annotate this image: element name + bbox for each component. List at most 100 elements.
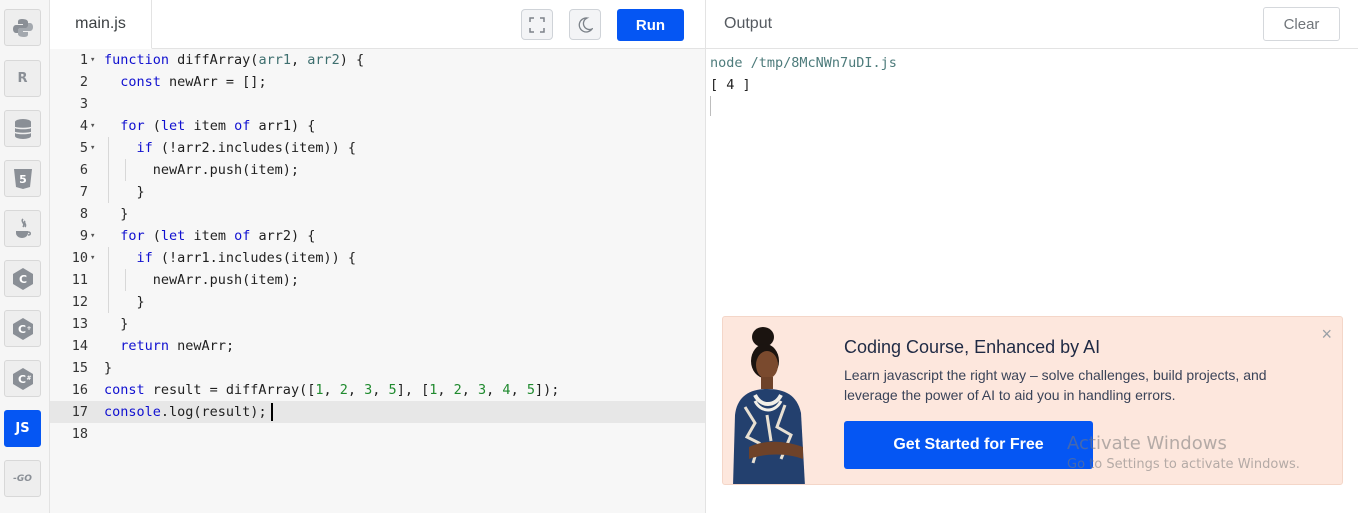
line-number: 1	[79, 52, 88, 68]
code-text: }	[104, 316, 129, 332]
code-text: }	[104, 294, 145, 310]
promo-title: Coding Course, Enhanced by AI	[844, 337, 1101, 357]
line-number: 5	[79, 140, 88, 156]
line-number: 7	[79, 184, 88, 200]
close-icon[interactable]: ×	[1321, 325, 1332, 343]
code-editor[interactable]: 1 ▾ function diffArray(arr1, arr2) { 2 con…	[50, 49, 705, 513]
line-number: 4	[79, 118, 88, 134]
text-cursor	[270, 403, 273, 421]
clear-label: Clear	[1283, 15, 1320, 33]
line-number: 10	[71, 250, 88, 266]
line-number: 9	[79, 228, 88, 244]
terminal-command: node /tmp/8McNWn7uDI.js	[710, 55, 897, 71]
code-text: const newArr = [];	[120, 74, 267, 90]
svg-text:C: C	[18, 273, 26, 286]
terminal-result: [ 4 ]	[710, 77, 751, 93]
cpp-icon[interactable]: C +	[4, 310, 41, 347]
code-text: newArr.push(item);	[104, 162, 300, 178]
clear-button[interactable]: Clear	[1263, 7, 1340, 41]
file-tab-label: main.js	[75, 15, 126, 32]
svg-text:5: 5	[19, 173, 27, 186]
get-started-button[interactable]: Get Started for Free	[844, 421, 1093, 469]
code-line[interactable]: 4 ▾ for (let item of arr1) {	[50, 115, 705, 137]
person-image	[733, 327, 805, 484]
code-text: for (let item of arr1) {	[120, 118, 316, 134]
line-number: 14	[71, 338, 88, 354]
line-number: 6	[79, 162, 88, 178]
output-header: Output Clear	[706, 0, 1358, 49]
python-icon[interactable]	[4, 9, 41, 46]
run-label: Run	[635, 16, 666, 34]
line-number: 8	[79, 206, 88, 222]
line-number: 3	[79, 96, 88, 112]
r-icon-label: R	[17, 71, 28, 86]
watermark-subtitle: Go to Settings to activate Windows.	[1067, 457, 1300, 472]
javascript-label: JS	[15, 421, 30, 436]
svg-text:C: C	[17, 373, 25, 386]
code-line[interactable]: 3	[50, 93, 705, 115]
code-text: function diffArray(arr1, arr2) {	[104, 52, 365, 68]
line-number: 18	[71, 426, 88, 442]
promo-description: Learn javascript the right way – solve c…	[844, 367, 1267, 403]
code-line[interactable]: 5 ▾ if (!arr2.includes(item)) {	[50, 137, 705, 159]
fold-arrow-icon[interactable]: ▾	[90, 225, 95, 247]
code-text: newArr.push(item);	[104, 272, 300, 288]
file-tab-main-js[interactable]: main.js	[50, 0, 152, 49]
code-line[interactable]: 11 newArr.push(item);	[50, 269, 705, 291]
moon-icon	[578, 16, 593, 33]
fullscreen-button[interactable]	[521, 9, 553, 40]
go-icon[interactable]: -GO	[4, 460, 41, 497]
line-number: 15	[71, 360, 88, 376]
go-label: -GO	[13, 473, 32, 484]
code-line[interactable]: 2 const newArr = [];	[50, 71, 705, 93]
code-line[interactable]: 7 }	[50, 181, 705, 203]
line-number: 13	[71, 316, 88, 332]
code-line[interactable]: 8 }	[50, 203, 705, 225]
r-icon[interactable]: R	[4, 60, 41, 97]
csharp-icon[interactable]: C #	[4, 360, 41, 397]
code-line[interactable]: 15}	[50, 357, 705, 379]
code-line[interactable]: 18	[50, 423, 705, 445]
code-text: const result = diffArray([1, 2, 3, 5], […	[104, 382, 560, 398]
code-text: }	[104, 206, 129, 222]
fullscreen-icon	[529, 16, 545, 33]
javascript-button[interactable]: JS	[4, 410, 41, 447]
line-number: 11	[71, 272, 88, 288]
line-number: 2	[79, 74, 88, 90]
run-button[interactable]: Run	[617, 9, 684, 41]
html5-icon[interactable]: 5	[4, 160, 41, 197]
code-text: return newArr;	[120, 338, 235, 354]
code-text: if (!arr2.includes(item)) {	[136, 140, 356, 156]
code-line[interactable]: 13 }	[50, 313, 705, 335]
code-line[interactable]: 16 const result = diffArray([1, 2, 3, 5],…	[50, 379, 705, 401]
output-title: Output	[724, 15, 773, 32]
fold-arrow-icon[interactable]: ▾	[90, 115, 95, 137]
code-text: if (!arr1.includes(item)) {	[136, 250, 356, 266]
fold-arrow-icon[interactable]: ▾	[90, 49, 95, 71]
dark-mode-button[interactable]	[569, 9, 601, 40]
code-line[interactable]: 14 return newArr;	[50, 335, 705, 357]
code-text: }	[104, 360, 113, 376]
svg-text:C: C	[17, 323, 25, 336]
svg-text:#: #	[26, 375, 31, 382]
online-compiler-app: R 5 C C + C # JS -GO main.js Run 1 ▾ fun…	[0, 0, 1358, 513]
fold-arrow-icon[interactable]: ▾	[90, 137, 95, 159]
code-line[interactable]: 12 }	[50, 291, 705, 313]
code-line-current[interactable]: 17 console.log(result);	[50, 401, 705, 423]
code-line[interactable]: 6 newArr.push(item);	[50, 159, 705, 181]
c-icon[interactable]: C	[4, 260, 41, 297]
get-started-label: Get Started for Free	[893, 436, 1044, 453]
code-line[interactable]: 1 ▾ function diffArray(arr1, arr2) {	[50, 49, 705, 71]
svg-text:+: +	[26, 325, 31, 332]
java-icon[interactable]	[4, 210, 41, 247]
line-number: 17	[71, 404, 88, 420]
fold-arrow-icon[interactable]: ▾	[90, 247, 95, 269]
line-number: 16	[71, 382, 88, 398]
watermark-title: Activate Windows	[1067, 433, 1227, 454]
code-line[interactable]: 10 ▾ if (!arr1.includes(item)) {	[50, 247, 705, 269]
output-terminal[interactable]: node /tmp/8McNWn7uDI.js [ 4 ]	[710, 52, 897, 116]
code-line[interactable]: 9 ▾ for (let item of arr2) {	[50, 225, 705, 247]
line-number: 12	[71, 294, 88, 310]
terminal-caret	[710, 96, 711, 116]
database-icon[interactable]	[4, 110, 41, 147]
